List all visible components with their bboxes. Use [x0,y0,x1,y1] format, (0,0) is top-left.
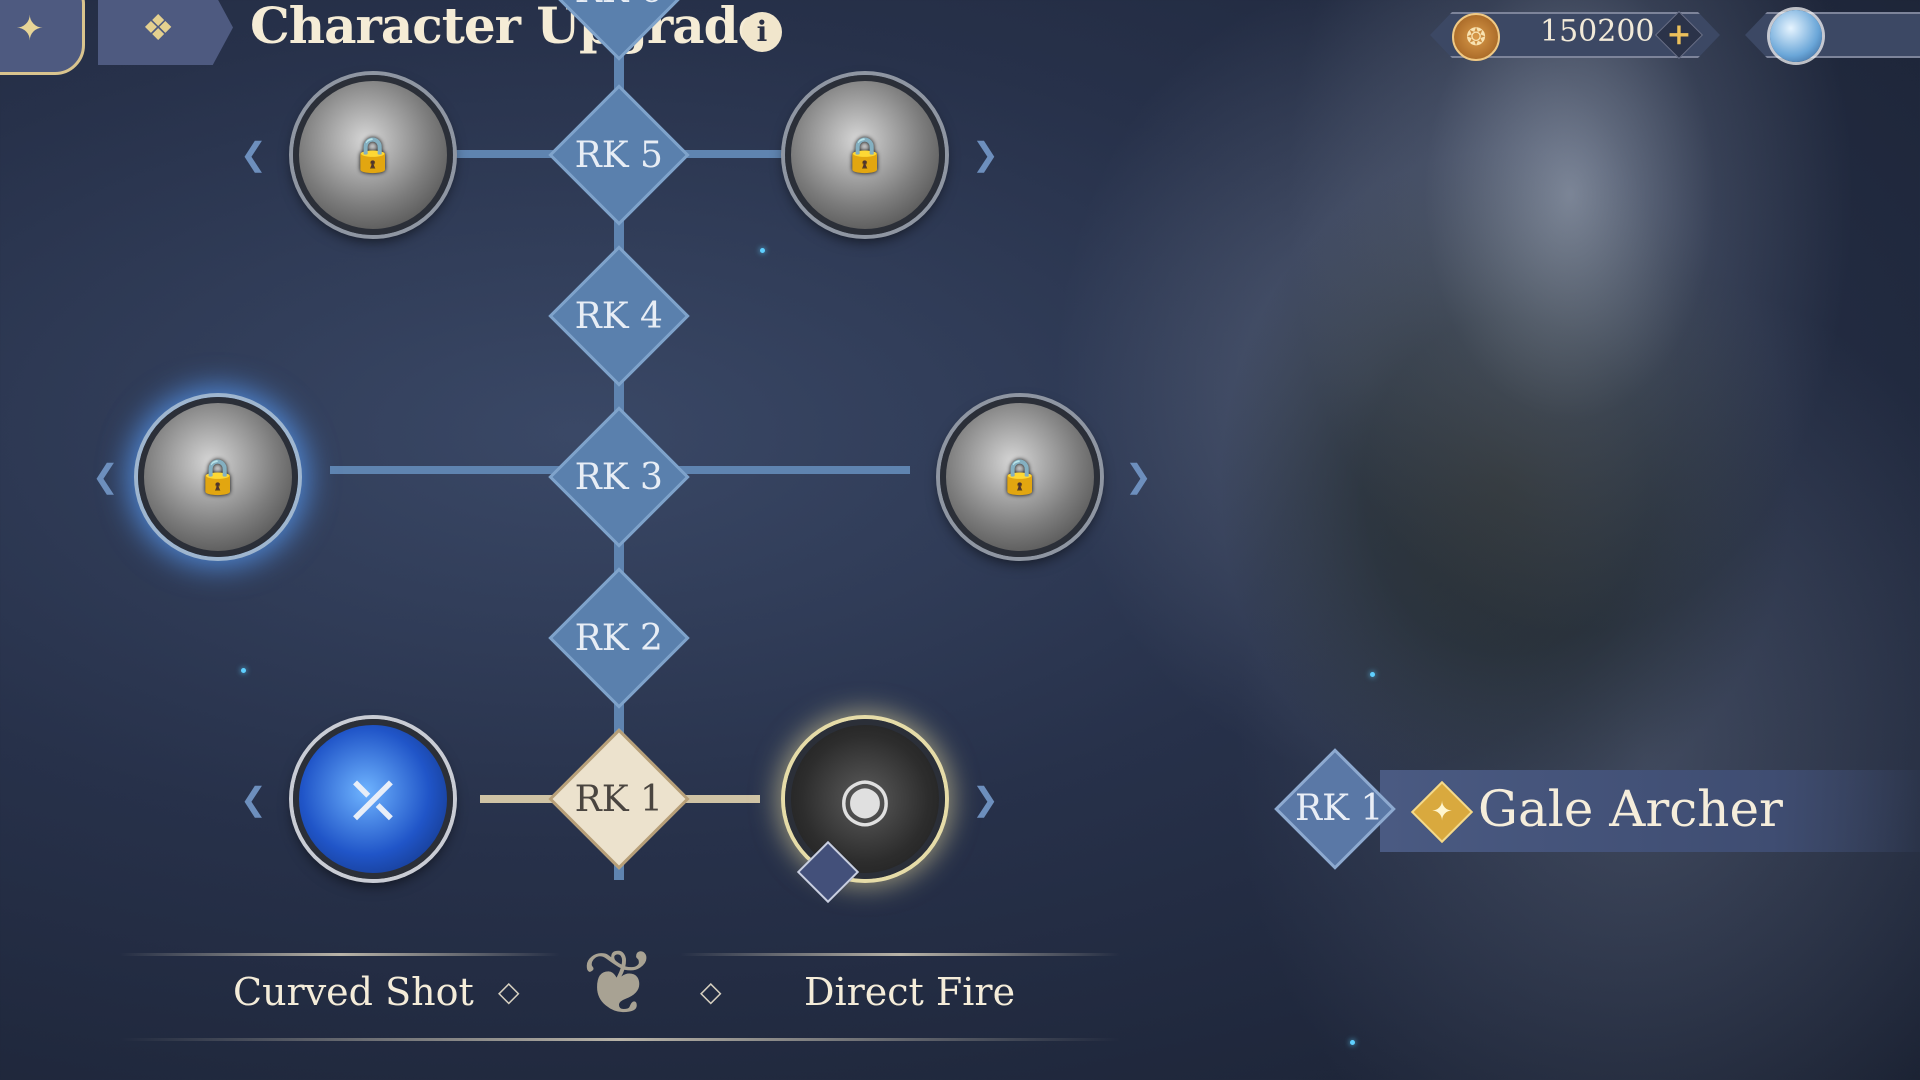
info-icon[interactable]: i [742,12,782,52]
lock-icon: 🔒 [196,457,240,497]
diamond-icon: ◇ [498,975,520,1008]
leaf-emblem-icon: ❦ [581,931,657,1036]
rank-node-rk1-current[interactable]: RK 1 [548,728,690,870]
skill-node-rk5-left[interactable]: 🔒 [293,75,453,235]
rank-node-rk3[interactable]: RK 3 [548,406,690,548]
right-arrow-icon: ❯ [972,135,999,173]
sparkle [760,248,765,253]
sparkle [1350,1040,1355,1045]
path-label-curved-shot[interactable]: Curved Shot [233,970,474,1014]
lock-icon: 🔒 [351,135,395,175]
diamond-icon: ◇ [700,975,722,1008]
divider [120,953,560,956]
sparkle [1370,672,1375,677]
skill-node-curved-shot[interactable]: ⤫ [293,719,453,879]
menu-button[interactable]: ❖ [98,0,233,65]
currency-amount: 150200 [1540,14,1655,49]
lock-icon: 🔒 [843,135,887,175]
skill-node-rk3-left-selected[interactable]: 🔒 [138,397,298,557]
page-title: Character Upgrade [250,0,769,55]
orb-ring-icon[interactable] [1770,10,1822,62]
grid-menu-icon: ❖ [142,8,175,49]
gold-coin-icon: ❂ [1452,13,1500,61]
character-class-name: Gale Archer [1478,780,1783,838]
left-arrow-icon: ❮ [92,457,119,495]
rank-node-rk4[interactable]: RK 4 [548,245,690,387]
right-arrow-icon: ❯ [1125,457,1152,495]
divider [680,953,1120,956]
rank-node-rk5[interactable]: RK 5 [548,84,690,226]
skill-node-direct-fire[interactable]: ◉ [785,719,945,879]
back-star-icon: ✦ [15,9,45,49]
skill-node-rk3-right[interactable]: 🔒 [940,397,1100,557]
skill-node-rk5-right[interactable]: 🔒 [785,75,945,235]
curved-arrow-icon: ⤫ [343,758,403,840]
sparkle [241,668,246,673]
plus-icon: + [1666,17,1692,52]
left-arrow-icon: ❮ [240,135,267,173]
left-arrow-icon: ❮ [240,780,267,818]
path-label-direct-fire[interactable]: Direct Fire [804,970,1015,1014]
character-artwork [1000,0,1920,1080]
right-arrow-icon: ❯ [972,780,999,818]
lock-icon: 🔒 [998,457,1042,497]
rank-node-rk2[interactable]: RK 2 [548,567,690,709]
eye-target-icon: ◉ [838,764,892,834]
back-button[interactable]: ✦ [0,0,85,75]
